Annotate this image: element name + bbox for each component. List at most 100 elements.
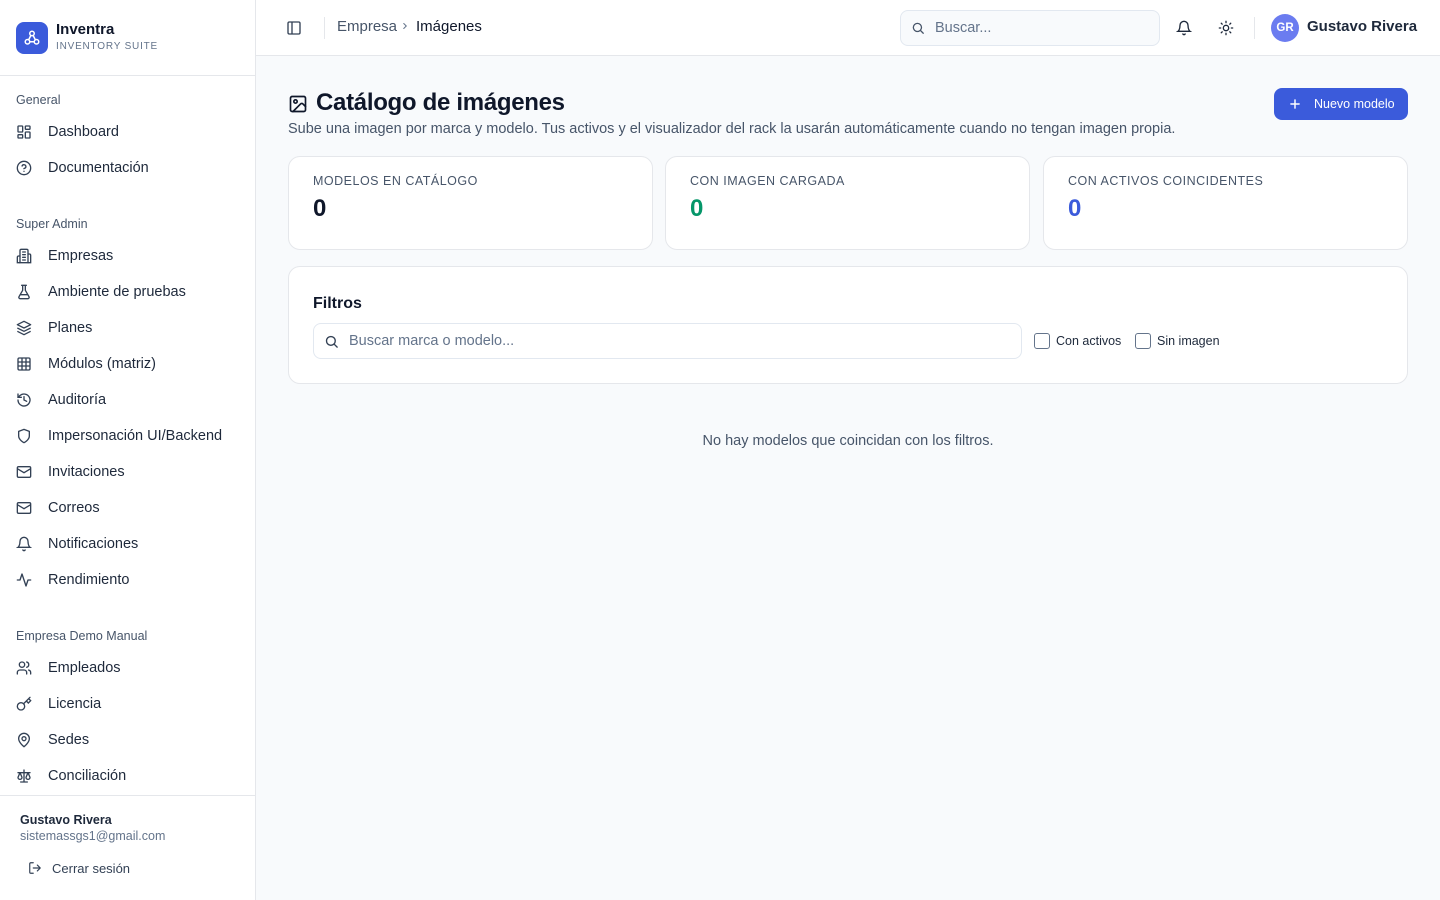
sidebar-item-label: Impersonación UI/Backend <box>48 428 223 444</box>
logout-icon <box>28 861 42 875</box>
grid-icon <box>16 124 32 140</box>
building-icon <box>16 248 32 264</box>
sidebar-item-licencia[interactable]: Licencia <box>8 688 248 720</box>
filters-card: Filtros Con activos Sin imagen <box>288 266 1408 384</box>
sidebar-item-label: Notificaciones <box>48 536 139 552</box>
page-subtitle: Sube una imagen por marca y modelo. Tus … <box>288 121 1176 137</box>
activity-icon <box>16 572 32 588</box>
sidebar-item-auditoria[interactable]: Auditoría <box>8 384 248 416</box>
page-title: Catálogo de imágenes <box>316 89 565 116</box>
stat-value: 0 <box>1068 195 1082 222</box>
stat-label: Modelos en catálogo <box>313 174 478 188</box>
help-circle-icon <box>16 160 32 176</box>
sidebar-item-empleados[interactable]: Empleados <box>8 652 248 684</box>
global-search[interactable] <box>900 10 1160 46</box>
flask-icon <box>16 284 32 300</box>
sidebar-item-modulos[interactable]: Módulos (matriz) <box>8 348 248 380</box>
bell-icon <box>16 536 32 552</box>
footer-user-email: sistemassgs1@gmail.com <box>20 829 166 843</box>
brand: Inventra INVENTORY SUITE <box>0 0 255 76</box>
users-icon <box>16 660 32 676</box>
sidebar-item-planes[interactable]: Planes <box>8 312 248 344</box>
sidebar-item-label: Empleados <box>48 660 121 676</box>
top-header: Empresa Imágenes GR Gustavo Rivera <box>256 0 1440 56</box>
sidebar-item-correos[interactable]: Correos <box>8 492 248 524</box>
sidebar-item-label: Invitaciones <box>48 464 125 480</box>
sidebar-item-label: Licencia <box>48 696 102 712</box>
nav-section-general: General <box>16 93 61 107</box>
theme-toggle-button[interactable] <box>1214 16 1238 40</box>
sidebar-item-label: Rendimiento <box>48 572 130 588</box>
user-menu-name[interactable]: Gustavo Rivera <box>1307 18 1417 35</box>
avatar[interactable]: GR <box>1271 14 1299 42</box>
image-icon <box>288 94 308 114</box>
sidebar-item-impersonacion[interactable]: Impersonación UI/Backend <box>8 420 248 452</box>
sidebar-item-conciliacion[interactable]: Conciliación <box>8 760 248 792</box>
map-pin-icon <box>16 732 32 748</box>
checkbox-label: Sin imagen <box>1157 334 1220 348</box>
global-search-input[interactable] <box>935 20 1135 36</box>
sidebar-item-label: Empresas <box>48 248 114 264</box>
filter-search-input[interactable] <box>349 333 999 349</box>
sidebar-item-empresas[interactable]: Empresas <box>8 240 248 272</box>
without-image-checkbox[interactable]: Sin imagen <box>1135 333 1220 349</box>
sidebar-item-documentation[interactable]: Documentación <box>8 152 248 184</box>
header-divider <box>324 17 325 39</box>
sidebar-item-label: Documentación <box>48 160 149 176</box>
sidebar-item-label: Sedes <box>48 732 90 748</box>
stat-value: 0 <box>313 195 327 222</box>
notifications-button[interactable] <box>1172 16 1196 40</box>
bell-icon <box>1176 20 1192 36</box>
sidebar-item-label: Dashboard <box>48 124 119 140</box>
sidebar-item-label: Módulos (matriz) <box>48 356 156 372</box>
scale-icon <box>16 768 32 784</box>
breadcrumb-empresa[interactable]: Empresa <box>337 18 397 35</box>
logout-button[interactable]: Cerrar sesión <box>20 856 130 880</box>
search-icon <box>911 21 925 35</box>
sun-icon <box>1218 20 1234 36</box>
logout-label: Cerrar sesión <box>52 860 131 876</box>
with-assets-checkbox[interactable]: Con activos <box>1034 333 1121 349</box>
new-model-button-label: Nuevo modelo <box>1314 97 1395 111</box>
sidebar-item-ambiente-pruebas[interactable]: Ambiente de pruebas <box>8 276 248 308</box>
sidebar-item-sedes[interactable]: Sedes <box>8 724 248 756</box>
breadcrumb-current: Imágenes <box>416 18 482 35</box>
stat-label: Con imagen cargada <box>690 174 845 188</box>
new-model-button[interactable]: Nuevo modelo <box>1274 88 1408 120</box>
search-icon <box>324 334 339 349</box>
sidebar-item-label: Ambiente de pruebas <box>48 284 186 300</box>
mail-icon <box>16 464 32 480</box>
table-icon <box>16 356 32 372</box>
sidebar-toggle-button[interactable] <box>282 16 306 40</box>
checkbox[interactable] <box>1135 333 1151 349</box>
checkbox[interactable] <box>1034 333 1050 349</box>
footer-user-name: Gustavo Rivera <box>20 813 112 827</box>
header-divider <box>1254 17 1255 39</box>
key-icon <box>16 696 32 712</box>
mail-icon <box>16 500 32 516</box>
stat-card-with-image: Con imagen cargada 0 <box>665 156 1030 250</box>
stat-value: 0 <box>690 195 704 222</box>
empty-state-message: No hay modelos que coincidan con los fil… <box>702 433 994 449</box>
nav-section-empresa: Empresa Demo Manual <box>16 629 148 643</box>
sidebar-item-label: Correos <box>48 500 100 516</box>
nav-section-super-admin: Super Admin <box>16 217 88 231</box>
checkbox-label: Con activos <box>1056 334 1122 348</box>
network-icon[interactable] <box>16 22 48 54</box>
stat-label: Con activos coincidentes <box>1068 174 1264 188</box>
sidebar-item-label: Auditoría <box>48 392 107 408</box>
brand-name: Inventra <box>56 21 115 38</box>
brand-subtitle: INVENTORY SUITE <box>56 41 159 52</box>
stat-card-models: Modelos en catálogo 0 <box>288 156 653 250</box>
filter-search[interactable] <box>313 323 1022 359</box>
sidebar-item-notificaciones[interactable]: Notificaciones <box>8 528 248 560</box>
panel-left-icon <box>286 20 302 36</box>
sidebar-item-rendimiento[interactable]: Rendimiento <box>8 564 248 596</box>
chevron-right-icon <box>400 21 410 31</box>
sidebar-item-invitaciones[interactable]: Invitaciones <box>8 456 248 488</box>
plus-icon <box>1288 97 1302 111</box>
sidebar-item-dashboard[interactable]: Dashboard <box>8 116 248 148</box>
history-icon <box>16 392 32 408</box>
sidebar-item-label: Planes <box>48 320 93 336</box>
stat-card-matching-assets: Con activos coincidentes 0 <box>1043 156 1408 250</box>
